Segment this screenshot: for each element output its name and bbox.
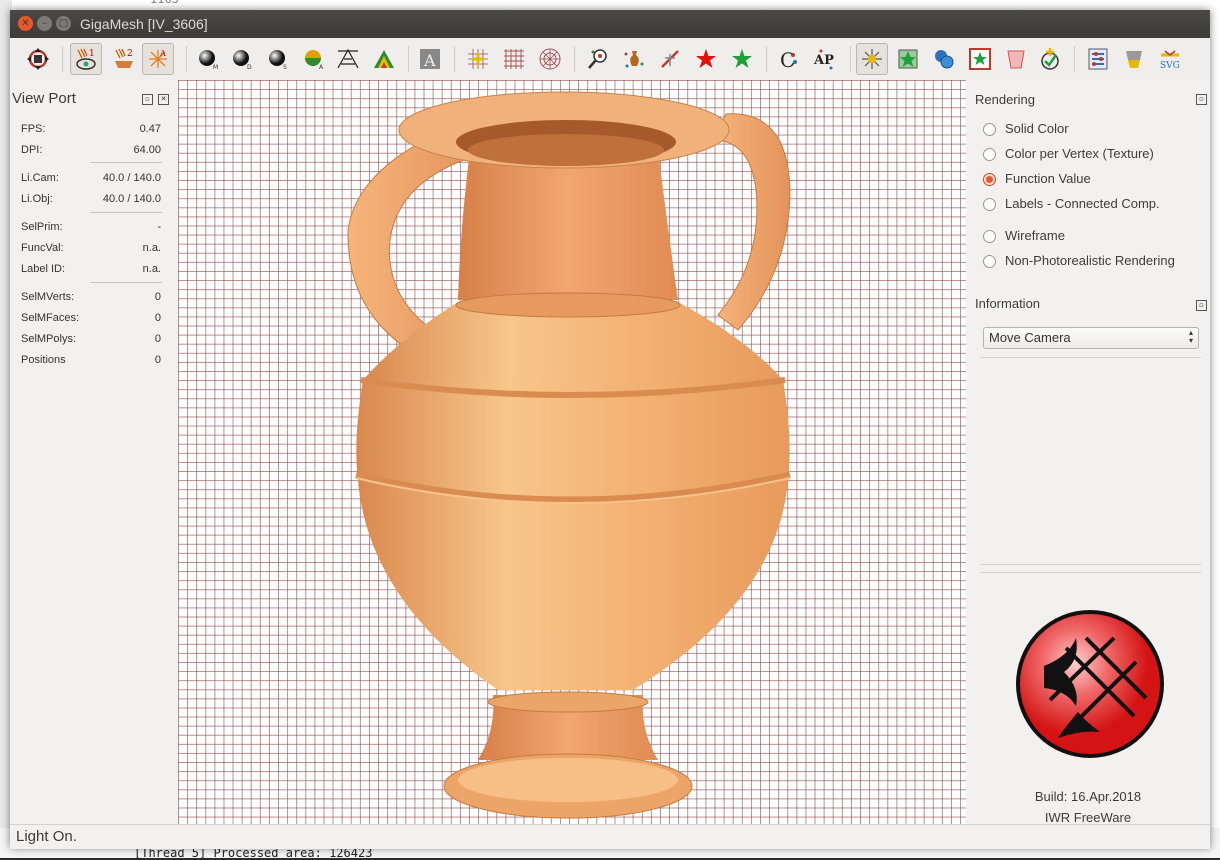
sphere-s-icon[interactable]: S (262, 43, 294, 75)
blobs-icon[interactable] (928, 43, 960, 75)
text-icon[interactable]: A (414, 43, 446, 75)
radio-npr[interactable]: Non-Photorealistic Rendering (983, 253, 1203, 273)
svg-text:M: M (213, 64, 218, 71)
toolbar: 1 2 A M D S A A C AP SVG (10, 38, 1210, 81)
background-line-number: 1163 (150, 0, 179, 6)
3d-viewport[interactable] (178, 80, 966, 824)
gigamesh-window: ✕ – □ GigaMesh [IV_3606] 1 2 A M D S A A… (10, 10, 1210, 849)
radio-wireframe[interactable]: Wireframe (983, 228, 1203, 248)
light-1-icon[interactable]: 1 (70, 43, 102, 75)
maximize-window-button[interactable]: □ (56, 16, 71, 31)
star-green-icon[interactable] (726, 43, 758, 75)
vase-stars-icon[interactable] (618, 43, 650, 75)
gigamesh-logo (1016, 610, 1164, 758)
status-bar: Light On. (10, 824, 1210, 849)
svg-text:C: C (780, 48, 795, 72)
light-burst-icon[interactable] (856, 43, 888, 75)
svg-text:SVG: SVG (1160, 61, 1180, 71)
star-box-icon[interactable] (964, 43, 996, 75)
grid-plus-icon[interactable] (462, 43, 494, 75)
select-arrows-icon: ▴ ▾ (1188, 328, 1193, 345)
check-plus-icon[interactable] (1034, 43, 1066, 75)
sphere-a-icon[interactable]: A (298, 43, 330, 75)
license-label: IWR FreeWare (1044, 810, 1132, 825)
close-window-button[interactable]: ✕ (18, 16, 33, 31)
title-bar[interactable]: ✕ – □ GigaMesh [IV_3606] (10, 10, 1210, 38)
window-title: GigaMesh [IV_3606] (80, 16, 208, 32)
cut-icon[interactable] (654, 43, 686, 75)
svg-text:2: 2 (127, 49, 133, 59)
cup-yellow-icon[interactable] (1118, 43, 1150, 75)
vase-mesh-render (347, 91, 791, 819)
float-information-panel-icon[interactable]: ▫ (1196, 300, 1207, 311)
svg-text:S: S (283, 64, 287, 71)
cup-icon[interactable] (1000, 43, 1032, 75)
rendering-title: Rendering (975, 92, 1035, 107)
radio-labels-connected[interactable]: Labels - Connected Comp. (983, 196, 1203, 216)
radio-solid-color[interactable]: Solid Color (983, 121, 1203, 141)
polar-grid-icon[interactable] (534, 43, 566, 75)
grid-icon[interactable] (498, 43, 530, 75)
svg-text:D: D (247, 64, 252, 71)
viewport-info-panel: View Port ▫ ✕ FPS: 0.47 DPI: 64.00 Li.Cam:… (10, 80, 178, 824)
orbit-icon[interactable] (22, 43, 54, 75)
mesh-green-icon[interactable] (892, 43, 924, 75)
close-panel-icon[interactable]: ✕ (158, 94, 169, 105)
mode-select[interactable]: Move Camera ▴ ▾ (983, 327, 1199, 349)
star-red-icon[interactable] (690, 43, 722, 75)
svg-text:AP: AP (813, 53, 834, 68)
select-search-icon[interactable] (582, 43, 614, 75)
build-label: Build: 16.Apr.2018 (1034, 789, 1142, 804)
radio-color-per-vertex[interactable]: Color per Vertex (Texture) (983, 146, 1203, 166)
svg-text:A: A (159, 49, 166, 58)
c-star-icon[interactable]: C (774, 43, 806, 75)
rendering-panel: Rendering ▫ Solid Color Color per Vertex… (966, 80, 1210, 825)
float-panel-icon[interactable]: ▫ (142, 94, 153, 105)
information-title: Information (975, 296, 1041, 311)
colormap-icon[interactable] (368, 43, 400, 75)
minimize-window-button[interactable]: – (37, 16, 52, 31)
radio-function-value[interactable]: Function Value (983, 171, 1203, 191)
viewport-panel-title: View Port (12, 90, 76, 107)
svg-text:A: A (319, 64, 324, 71)
svg-text:A: A (423, 51, 436, 70)
light-2-icon[interactable]: 2 (108, 43, 140, 75)
sphere-m-icon[interactable]: M (192, 43, 224, 75)
float-rendering-panel-icon[interactable]: ▫ (1196, 94, 1207, 105)
svg-export-icon[interactable]: SVG (1154, 43, 1186, 75)
status-text: Light On. (16, 828, 77, 845)
svg-text:1: 1 (89, 49, 95, 59)
sphere-d-icon[interactable]: D (226, 43, 258, 75)
perspective-icon[interactable] (332, 43, 364, 75)
light-fixed-icon[interactable]: A (142, 43, 174, 75)
sliders-icon[interactable] (1082, 43, 1114, 75)
ap-icon[interactable]: AP (810, 43, 842, 75)
